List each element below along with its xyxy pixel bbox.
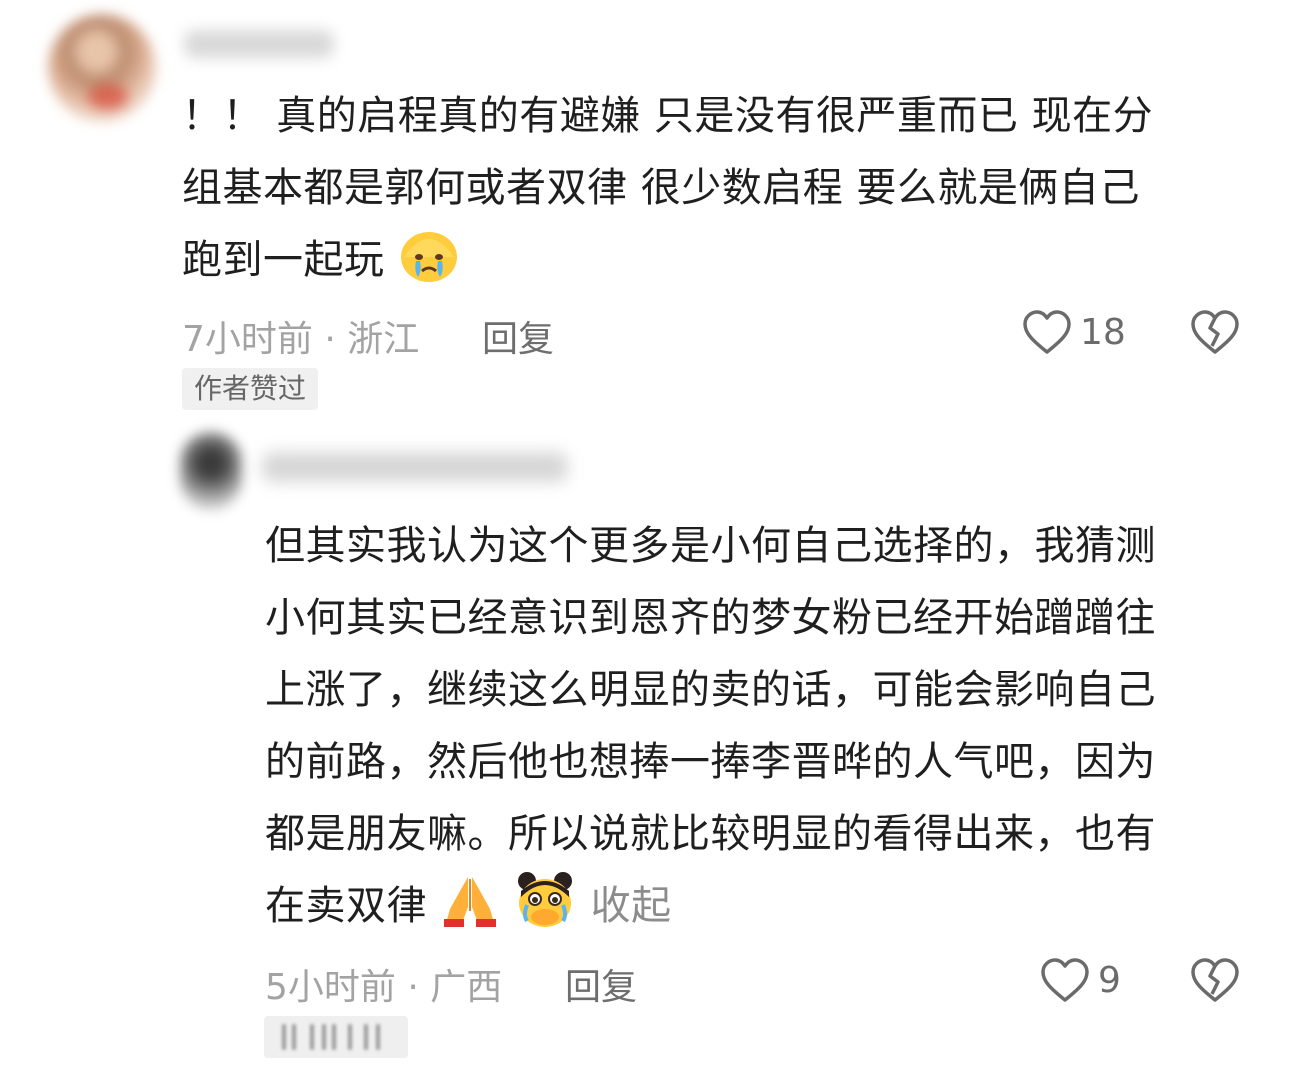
heart-icon [1023, 310, 1071, 354]
heart-icon [1041, 958, 1089, 1002]
reply-line: 但其实我认为这个更多是小何自己选择的，我猜测 [265, 523, 1156, 569]
reply-username-blurred[interactable] [262, 452, 568, 482]
reply-time-location: 5小时前 · 广西 [265, 967, 503, 1008]
reply-badge-blurred [264, 1016, 408, 1058]
comment-line: 组基本都是郭何或者双律 很少数启程 要么就是俩自己 [182, 165, 1140, 211]
collapse-link[interactable]: 收起 [591, 883, 672, 929]
crying-face-emoji [398, 227, 460, 306]
comment-line: 跑到一起玩 [182, 224, 1242, 306]
reply-button[interactable]: 回复 [482, 310, 554, 362]
broken-heart-icon [1191, 310, 1239, 354]
reply-line: 都是朋友嘛。所以说就比较明显的看得出来，也有 [265, 811, 1156, 857]
username-blurred[interactable] [184, 30, 334, 58]
reply-dislike-button[interactable] [1190, 958, 1240, 1008]
comment-line: ！！ 真的启程真的有避嫌 只是没有很严重而已 现在分 [182, 93, 1154, 139]
crying-covering-mouth-emoji [513, 871, 577, 952]
like-button[interactable] [1022, 310, 1072, 360]
comment-body: ！！ 真的启程真的有避嫌 只是没有很严重而已 现在分 组基本都是郭何或者双律 很… [182, 80, 1242, 306]
reply-line: 上涨了，继续这么明显的卖的话，可能会影响自己 [265, 667, 1156, 713]
comment-time-location: 7小时前 · 浙江 [182, 319, 420, 360]
reply-line: 小何其实已经意识到恩齐的梦女粉已经开始蹭蹭往 [265, 595, 1156, 641]
reply-reply-button[interactable]: 回复 [565, 958, 637, 1010]
reply-avatar[interactable] [180, 432, 242, 510]
reply-body: 但其实我认为这个更多是小何自己选择的，我猜测 小何其实已经意识到恩齐的梦女粉已经… [265, 510, 1245, 952]
like-count: 18 [1080, 312, 1126, 353]
avatar[interactable] [48, 14, 156, 122]
reply-line: 的前路，然后他也想捧一捧李晋晔的人气吧，因为 [265, 739, 1156, 785]
reply-like-count: 9 [1098, 960, 1121, 1001]
folded-hands-emoji [440, 871, 500, 952]
reply-like-button[interactable] [1040, 958, 1090, 1008]
dislike-button[interactable] [1190, 310, 1240, 360]
reply-line: 在卖双律 收起 [265, 870, 1245, 952]
author-liked-badge: 作者赞过 [182, 368, 319, 410]
broken-heart-icon [1191, 958, 1239, 1002]
